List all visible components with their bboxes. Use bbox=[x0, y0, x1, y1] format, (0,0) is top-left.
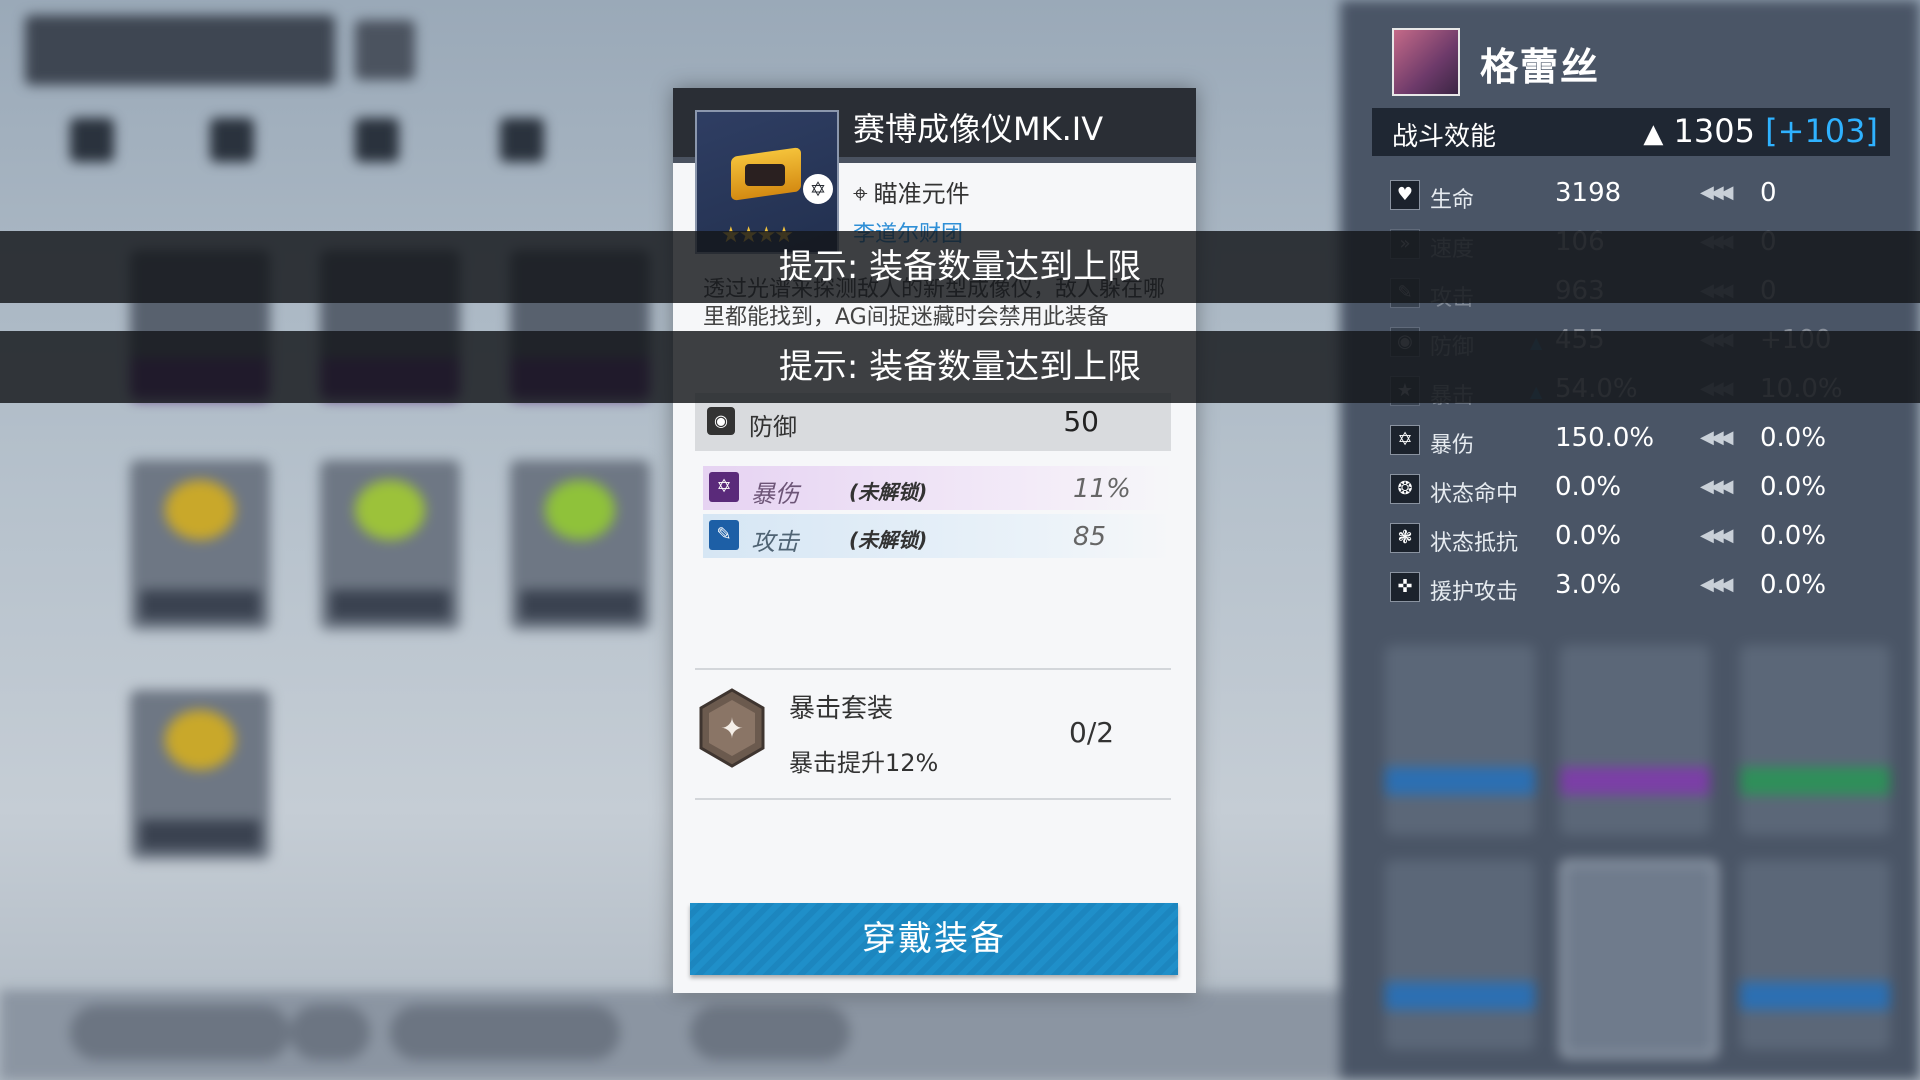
imager-lens-icon bbox=[745, 164, 785, 186]
sub-stat-lock: (未解锁) bbox=[849, 528, 928, 552]
stat-row: ✜ 援护攻击 3.0% ◀◀◀ 0.0% bbox=[1390, 568, 1870, 608]
defense-icon: ◉ bbox=[707, 407, 735, 435]
stat-name: 援护攻击 bbox=[1430, 580, 1519, 605]
stat-name: 状态命中 bbox=[1430, 482, 1519, 507]
bonus-arrow-icon: ◀◀◀ bbox=[1700, 574, 1733, 595]
crit-set-icon: ✦ bbox=[699, 688, 765, 768]
toast-notification: 提示: 装备数量达到上限 bbox=[0, 331, 1920, 403]
filter-tab-icon bbox=[70, 118, 114, 162]
set-count: 0/2 bbox=[1069, 716, 1115, 749]
filter-tab-icon bbox=[500, 118, 544, 162]
stat-name: 生命 bbox=[1430, 188, 1475, 213]
set-name: 暴击套装 bbox=[789, 694, 894, 724]
equip-button[interactable]: 穿戴装备 bbox=[690, 903, 1178, 975]
item-name: 赛博成像仪MK.IV bbox=[853, 110, 1104, 148]
stat-name: 状态抵抗 bbox=[1430, 531, 1519, 556]
character-avatar bbox=[1392, 28, 1460, 96]
item-detail-popup: ✡ ★★★★ 赛博成像仪MK.IV ⌖瞄准元件 李道尔财团 透过光谱来探测敌人的… bbox=[673, 88, 1196, 993]
equip-slot bbox=[1740, 860, 1890, 1050]
top-nav-bar bbox=[25, 15, 335, 85]
divider bbox=[695, 668, 1171, 670]
item-type-label: 瞄准元件 bbox=[873, 180, 970, 208]
attack-icon: ✎ bbox=[709, 520, 739, 550]
crosshair-icon: ⌖ bbox=[853, 179, 868, 209]
item-type: ⌖ 瞄准元件 bbox=[853, 174, 970, 210]
heart-icon: ♥ bbox=[1390, 180, 1420, 210]
power-number: 1305 bbox=[1673, 112, 1755, 150]
sub-stat-name: 暴伤 bbox=[751, 480, 799, 508]
main-stat-name: 防御 bbox=[749, 413, 797, 441]
equip-slot bbox=[1385, 645, 1535, 835]
support-attack-icon: ✜ bbox=[1390, 572, 1420, 602]
stat-bonus: 0 bbox=[1760, 178, 1777, 208]
menu-button bbox=[355, 20, 415, 80]
stat-value: 0.0% bbox=[1555, 472, 1622, 502]
equip-slot bbox=[1385, 860, 1535, 1050]
stat-row: ♥ 生命 3198 ◀◀◀ 0 bbox=[1390, 176, 1870, 216]
sub-stat-value: 85 bbox=[1073, 522, 1107, 552]
filter-tab-icon bbox=[355, 118, 399, 162]
equip-slot bbox=[1740, 645, 1890, 835]
stat-value: 150.0% bbox=[1555, 423, 1655, 453]
toast-text: 提示: 装备数量达到上限 bbox=[778, 347, 1142, 387]
toast-notification: 提示: 装备数量达到上限 bbox=[0, 231, 1920, 303]
stat-bonus: 0.0% bbox=[1760, 521, 1827, 551]
combat-power-value: ▲ 1305 [+103] bbox=[1643, 112, 1878, 150]
equipment-card bbox=[130, 690, 270, 860]
stat-row: ✡ 暴伤 150.0% ◀◀◀ 0.0% bbox=[1390, 421, 1870, 461]
combat-power-row: 战斗效能 ▲ 1305 [+103] bbox=[1372, 108, 1890, 156]
stat-value: 3.0% bbox=[1555, 570, 1622, 600]
equipment-card bbox=[130, 460, 270, 630]
character-name: 格蕾丝 bbox=[1480, 45, 1601, 89]
main-stat-value: 50 bbox=[1063, 405, 1099, 438]
equip-slot bbox=[1560, 645, 1710, 835]
divider bbox=[695, 798, 1171, 800]
stat-name: 暴伤 bbox=[1430, 433, 1475, 458]
crit-damage-icon: ✡ bbox=[709, 472, 739, 502]
power-bonus: [+103] bbox=[1765, 112, 1878, 150]
stat-bonus: 0.0% bbox=[1760, 423, 1827, 453]
sub-stat-lock: (未解锁) bbox=[849, 480, 928, 504]
effect-hit-icon: ❂ bbox=[1390, 474, 1420, 504]
stat-row: ❂ 状态命中 0.0% ◀◀◀ 0.0% bbox=[1390, 470, 1870, 510]
stat-value: 3198 bbox=[1555, 178, 1622, 208]
equipment-card bbox=[510, 460, 650, 630]
stat-bonus: 0.0% bbox=[1760, 472, 1827, 502]
character-header: 格蕾丝 bbox=[1372, 18, 1892, 108]
svg-text:✦: ✦ bbox=[720, 712, 743, 745]
power-up-icon: ▲ bbox=[1643, 119, 1664, 149]
filter-tab-icon bbox=[210, 118, 254, 162]
set-description: 暴击提升12% bbox=[789, 749, 939, 777]
toast-text: 提示: 装备数量达到上限 bbox=[778, 247, 1142, 287]
effect-resist-icon: ❃ bbox=[1390, 523, 1420, 553]
sub-stat-row: ✡ 暴伤 (未解锁) 11% bbox=[703, 466, 1173, 510]
bonus-arrow-icon: ◀◀◀ bbox=[1700, 525, 1733, 546]
crit-damage-icon: ✡ bbox=[1390, 425, 1420, 455]
crit-set-badge-icon: ✡ bbox=[803, 174, 833, 204]
equip-slot-empty bbox=[1560, 860, 1718, 1058]
sub-stat-row: ✎ 攻击 (未解锁) 85 bbox=[703, 514, 1173, 558]
stat-value: 0.0% bbox=[1555, 521, 1622, 551]
bonus-arrow-icon: ◀◀◀ bbox=[1700, 427, 1733, 448]
bottom-bar bbox=[0, 990, 1340, 1080]
sub-stat-name: 攻击 bbox=[751, 528, 799, 556]
bonus-arrow-icon: ◀◀◀ bbox=[1700, 182, 1733, 203]
equipment-card bbox=[320, 460, 460, 630]
stat-row: ❃ 状态抵抗 0.0% ◀◀◀ 0.0% bbox=[1390, 519, 1870, 559]
combat-power-label: 战斗效能 bbox=[1392, 122, 1497, 152]
stat-bonus: 0.0% bbox=[1760, 570, 1827, 600]
bonus-arrow-icon: ◀◀◀ bbox=[1700, 476, 1733, 497]
sub-stat-value: 11% bbox=[1073, 474, 1131, 504]
